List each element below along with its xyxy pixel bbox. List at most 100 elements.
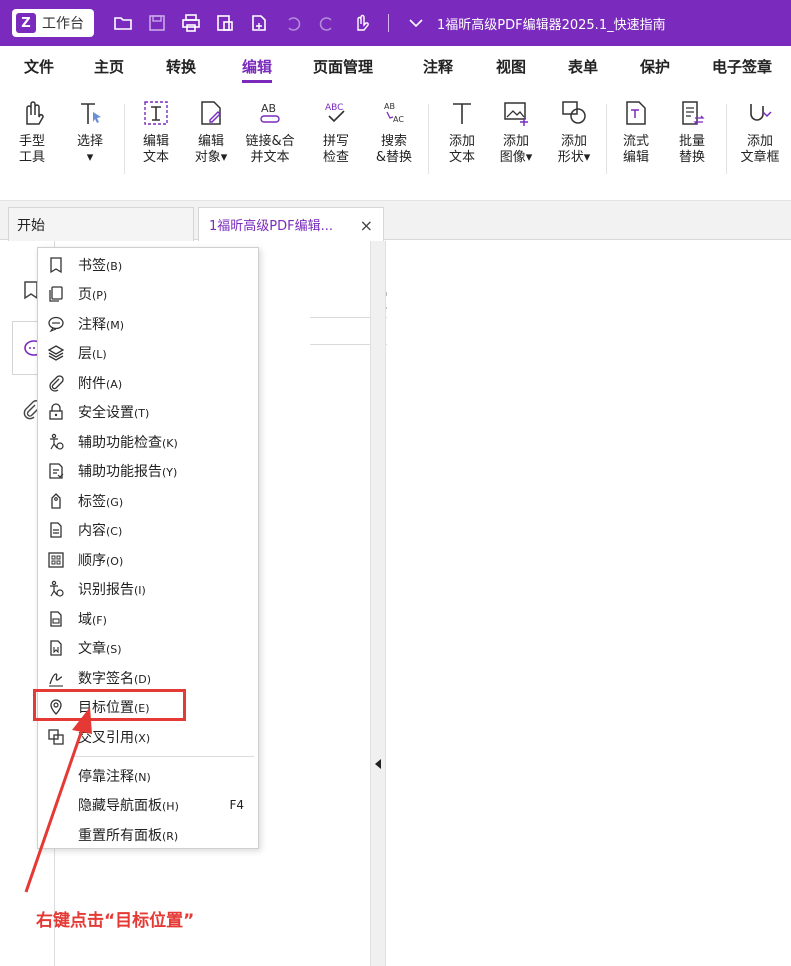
attachment-icon (46, 373, 66, 393)
menu-item-label: 层 (78, 346, 92, 363)
edit-object-icon (201, 101, 221, 125)
menu-item-reset-panels[interactable]: 重置所有面板(R) (38, 820, 258, 850)
menu-item-accessibility-check[interactable]: 辅助功能检查(K) (38, 427, 258, 457)
menu-accelerator: (T) (134, 407, 150, 421)
print-icon[interactable] (176, 8, 206, 38)
add-text-label-1: 添加 (448, 134, 475, 149)
add-shape-label-2: 形状▾ (557, 150, 591, 165)
tab-home[interactable]: 主页 (94, 56, 124, 77)
ribbon-separator (606, 104, 607, 174)
document-view-area[interactable] (387, 241, 791, 966)
link-merge-text-button[interactable]: AB 链接&合 并文本 (245, 98, 294, 166)
create-icon[interactable] (210, 8, 240, 38)
tab-e-seal[interactable]: 电子签章 (712, 56, 772, 77)
ribbon-separator (124, 104, 125, 174)
hand-tool-label-1: 手型 (18, 134, 45, 149)
menu-shortcut: F4 (229, 798, 244, 813)
menu-item-pages[interactable]: 页(P) (38, 280, 258, 310)
tag-icon (46, 491, 66, 511)
menu-accelerator: (H) (162, 800, 179, 814)
menu-item-accessibility-report[interactable]: 辅助功能报告(Y) (38, 457, 258, 487)
menu-item-content[interactable]: 内容(C) (38, 516, 258, 546)
flow-edit-button[interactable]: 流式 编辑 (614, 98, 658, 166)
save-icon[interactable] (142, 8, 172, 38)
edit-text-button[interactable]: 编辑 文本 (134, 98, 178, 166)
menu-item-recognition-report[interactable]: 识别报告(I) (38, 575, 258, 605)
menu-accelerator: (A) (106, 377, 123, 391)
app-logo-icon: Z (16, 13, 36, 33)
edit-object-button[interactable]: 编辑 对象▾ (189, 98, 233, 166)
hand-tool-dropdown-icon[interactable] (346, 8, 376, 38)
articles-icon (46, 638, 66, 658)
recognition-report-icon (46, 579, 66, 599)
menu-item-label: 页 (78, 287, 92, 304)
menu-item-cross-reference[interactable]: 交叉引用(X) (38, 722, 258, 752)
tab-protect[interactable]: 保护 (640, 56, 670, 77)
panel-splitter[interactable] (370, 241, 386, 966)
ribbon-separator (428, 104, 429, 174)
menu-item-tags[interactable]: 标签(G) (38, 486, 258, 516)
hand-tool-label-2: 工具 (18, 150, 45, 165)
menu-item-label: 数字签名 (78, 670, 134, 687)
menu-item-dock-comments[interactable]: 停靠注释(N) (38, 761, 258, 791)
link-merge-label-2: 并文本 (250, 150, 290, 165)
tab-document[interactable]: 1福昕高级PDF编辑... × (198, 207, 384, 241)
tab-comment[interactable]: 注释 (423, 56, 453, 77)
add-image-button[interactable]: 添加 图像▾ (494, 98, 538, 166)
search-replace-button[interactable]: AB AC 搜索 &替换 (372, 98, 416, 166)
customize-chevron-icon[interactable] (401, 8, 431, 38)
menu-item-attachments[interactable]: 附件(A) (38, 368, 258, 398)
instruction-caption: 右键点击“目标位置” (36, 911, 195, 931)
menu-item-label: 安全设置 (78, 405, 134, 422)
menu-item-comments[interactable]: 注释(M) (38, 309, 258, 339)
redo-icon[interactable] (312, 8, 342, 38)
menu-item-security-settings[interactable]: 安全设置(T) (38, 398, 258, 428)
menu-item-label: 隐藏导航面板 (78, 798, 162, 815)
menu-accelerator: (R) (162, 829, 179, 843)
window-title: 1福昕高级PDF编辑器2025.1_快速指南 (437, 17, 666, 33)
spell-check-label-2: 检查 (322, 150, 349, 165)
menu-accelerator: (G) (106, 495, 124, 509)
menu-item-bookmark[interactable]: 书签(B) (38, 250, 258, 280)
add-article-label-2: 文章框 (740, 150, 780, 165)
tab-form[interactable]: 表单 (568, 56, 598, 77)
spell-check-label-1: 拼写 (322, 134, 349, 149)
workbench-button[interactable]: Z 工作台 (12, 9, 94, 37)
edit-object-label-2: 对象▾ (194, 150, 228, 165)
menu-item-label: 注释 (78, 316, 106, 333)
menu-item-layers[interactable]: 层(L) (38, 339, 258, 369)
add-shape-button[interactable]: 添加 形状▾ (552, 98, 596, 166)
menu-item-label: 重置所有面板 (78, 827, 162, 844)
menu-item-label: 书签 (78, 257, 106, 274)
tab-convert[interactable]: 转换 (166, 56, 196, 77)
menu-item-label: 附件 (78, 375, 106, 392)
tab-view[interactable]: 视图 (496, 56, 526, 77)
batch-replace-label-1: 批量 (678, 134, 705, 149)
hand-tool-button[interactable]: 手型 工具 (10, 98, 54, 166)
menu-accelerator: (B) (106, 259, 123, 273)
spell-check-button[interactable]: ABC 拼写 检查 (314, 98, 358, 166)
close-tab-icon[interactable]: × (360, 216, 373, 235)
collapse-panel-arrow-icon[interactable] (375, 759, 381, 769)
tab-file[interactable]: 文件 (24, 56, 54, 77)
search-replace-label-2: &替换 (375, 150, 413, 165)
menu-item-order[interactable]: 顺序(O) (38, 545, 258, 575)
add-article-box-button[interactable]: 添加 文章框 (738, 98, 782, 166)
menu-item-articles[interactable]: 文章(S) (38, 634, 258, 664)
menu-accelerator: (I) (134, 584, 146, 598)
tab-page-management[interactable]: 页面管理 (313, 56, 373, 77)
open-folder-icon[interactable] (108, 8, 138, 38)
add-shape-icon (562, 101, 586, 124)
hand-icon (26, 101, 44, 125)
batch-replace-button[interactable]: 批量 替换 (670, 98, 714, 166)
add-text-button[interactable]: 添加 文本 (440, 98, 484, 166)
menu-item-hide-nav-panel[interactable]: 隐藏导航面板(H) F4 (38, 791, 258, 821)
tab-start[interactable]: 开始 (8, 207, 194, 241)
menu-item-fields[interactable]: 域(F) (38, 604, 258, 634)
cross-reference-icon (46, 727, 66, 747)
select-button[interactable]: 选择 ▾ (68, 98, 112, 166)
new-page-icon[interactable] (244, 8, 274, 38)
menu-item-label: 交叉引用 (78, 729, 134, 746)
tab-edit[interactable]: 编辑 (242, 56, 273, 83)
undo-icon[interactable] (278, 8, 308, 38)
